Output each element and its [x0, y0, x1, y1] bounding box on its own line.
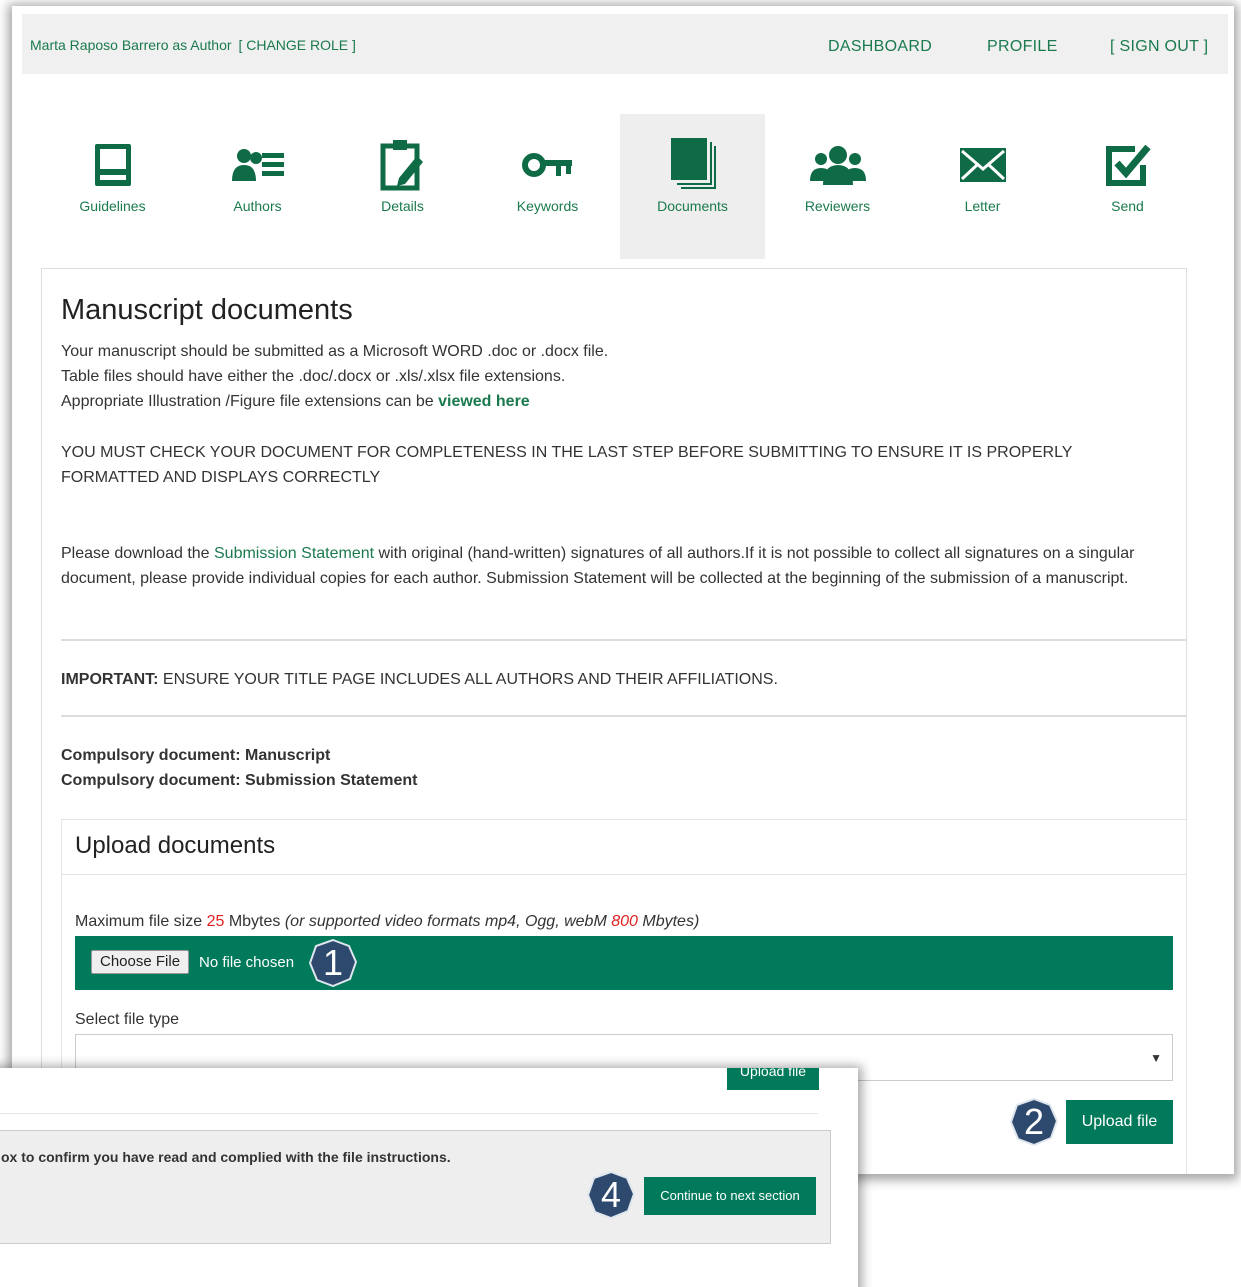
- compulsory-manuscript: Compulsory document: Manuscript: [61, 747, 331, 764]
- step-badge-2: 2: [1010, 1098, 1058, 1146]
- step-reviewers[interactable]: Reviewers: [765, 114, 910, 259]
- clipboard-edit-icon: [330, 139, 475, 191]
- user-name: Marta Raposo Barrero as Author: [30, 37, 232, 53]
- video-size-value: 800: [611, 913, 638, 930]
- divider: [61, 715, 1187, 717]
- overlay-upload-row: Upload file: [0, 1068, 819, 1114]
- instruction-line-2: Table files should have either the .doc/…: [61, 368, 566, 385]
- screenshot-stage: Marta Raposo Barrero as Author [ CHANGE …: [0, 0, 1241, 1287]
- step-label: Authors: [233, 198, 282, 214]
- step-badge-4: 4: [587, 1171, 635, 1219]
- step-label: Keywords: [516, 198, 579, 214]
- step-label: Guidelines: [79, 198, 146, 214]
- select-file-type-label: Select file type: [75, 1011, 180, 1028]
- submission-statement-link[interactable]: Submission Statement: [214, 545, 374, 562]
- instruction-text: Appropriate Illustration /Figure file ex…: [61, 393, 439, 410]
- badge-number: 1: [322, 942, 344, 983]
- page-title: Manuscript documents: [61, 294, 353, 326]
- upload-file-button[interactable]: Upload file: [1066, 1100, 1173, 1144]
- step-label: Letter: [964, 198, 1001, 214]
- confirm-instructions: ox to confirm you have read and complied…: [1, 1149, 451, 1165]
- file-input-bar: Choose File No file chosen 1: [75, 936, 1173, 990]
- profile-link[interactable]: PROFILE: [987, 38, 1058, 56]
- documents-icon: [620, 138, 765, 191]
- dashboard-link[interactable]: DASHBOARD: [828, 38, 932, 56]
- step-label: Documents: [657, 198, 728, 214]
- statement-instructions: Please download the Submission Statement…: [61, 541, 1181, 591]
- step-letter[interactable]: Letter: [910, 114, 1055, 259]
- max-size-unit: Mbytes: [224, 913, 285, 930]
- statement-text: Please download the: [61, 545, 214, 562]
- instruction-line-1: Your manuscript should be submitted as a…: [61, 343, 609, 360]
- max-file-size: Maximum file size 25 Mbytes (or supporte…: [75, 913, 699, 931]
- key-icon: [475, 139, 620, 191]
- badge-number: 4: [600, 1174, 622, 1215]
- change-role-link[interactable]: [ CHANGE ROLE ]: [238, 37, 355, 53]
- step-guidelines[interactable]: Guidelines: [40, 114, 185, 259]
- step-keywords[interactable]: Keywords: [475, 114, 620, 259]
- badge-number: 2: [1023, 1101, 1045, 1142]
- step-navigation: Guidelines Authors Details Keywords Docu…: [22, 74, 1228, 259]
- continue-next-section-button[interactable]: Continue to next section: [644, 1177, 816, 1215]
- step-authors[interactable]: Authors: [185, 114, 330, 259]
- choose-file-button[interactable]: Choose File: [91, 950, 190, 974]
- caret-down-icon: ▼: [1150, 1051, 1162, 1065]
- step-documents[interactable]: Documents: [620, 114, 765, 259]
- user-role-line: Marta Raposo Barrero as Author [ CHANGE …: [30, 37, 356, 53]
- viewed-here-link[interactable]: viewed here: [438, 393, 530, 410]
- step-badge-1: 1: [309, 939, 357, 987]
- authors-icon: [185, 139, 330, 191]
- compulsory-statement: Compulsory document: Submission Statemen…: [61, 772, 418, 789]
- envelope-icon: [910, 139, 1055, 191]
- step-send[interactable]: Send: [1055, 114, 1200, 259]
- divider: [62, 874, 1186, 875]
- top-bar: Marta Raposo Barrero as Author [ CHANGE …: [22, 14, 1228, 74]
- documents-panel: Manuscript documents Your manuscript sho…: [41, 268, 1187, 1174]
- step-label: Send: [1111, 198, 1144, 214]
- max-size-value: 25: [206, 913, 225, 930]
- step-label: Details: [381, 198, 424, 214]
- step-label: Reviewers: [804, 198, 871, 214]
- sign-out-link[interactable]: [ SIGN OUT ]: [1110, 38, 1208, 56]
- max-size-prefix: Maximum file size: [75, 913, 207, 930]
- check-square-icon: [1055, 139, 1200, 191]
- confirm-section: ox to confirm you have read and complied…: [0, 1130, 831, 1244]
- zoomed-overlay-window: Upload file ox to confirm you have read …: [0, 1068, 858, 1287]
- important-label: IMPORTANT:: [61, 671, 159, 688]
- important-note: IMPORTANT: ENSURE YOUR TITLE PAGE INCLUD…: [61, 667, 778, 692]
- file-status: No file chosen: [199, 954, 295, 971]
- upload-file-button-cropped[interactable]: Upload file: [727, 1068, 819, 1090]
- users-icon: [765, 139, 910, 191]
- book-icon: [40, 139, 185, 191]
- submission-window: Marta Raposo Barrero as Author [ CHANGE …: [12, 6, 1234, 1174]
- instruction-line-3: Appropriate Illustration /Figure file ex…: [61, 389, 530, 414]
- divider: [61, 639, 1187, 641]
- step-details[interactable]: Details: [330, 114, 475, 259]
- completeness-warning: YOU MUST CHECK YOUR DOCUMENT FOR COMPLET…: [61, 444, 1073, 486]
- video-prefix: (or supported video formats mp4, Ogg, we…: [284, 913, 612, 930]
- important-text: ENSURE YOUR TITLE PAGE INCLUDES ALL AUTH…: [158, 671, 778, 688]
- video-suffix: Mbytes): [637, 913, 700, 930]
- upload-title: Upload documents: [75, 832, 276, 859]
